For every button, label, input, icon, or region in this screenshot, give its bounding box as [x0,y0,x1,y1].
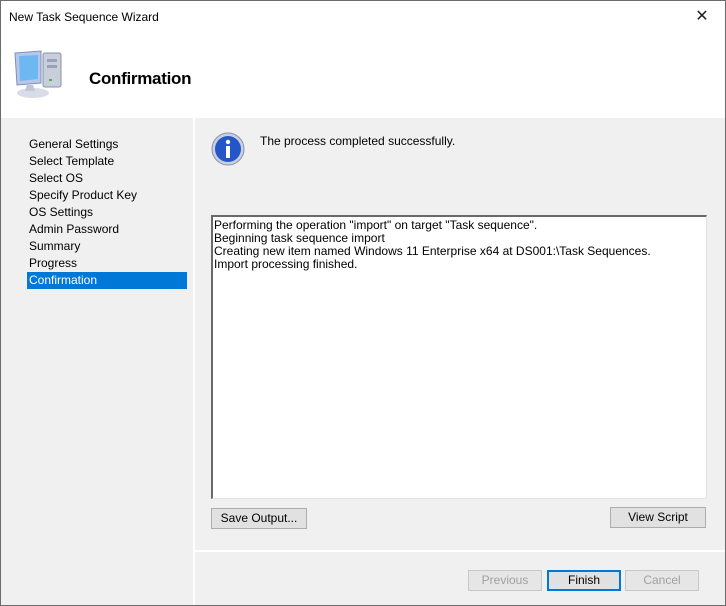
wizard-window: New Task Sequence Wizard ✕ Confirmation … [0,0,726,606]
cancel-button[interactable]: Cancel [625,570,699,591]
finish-button[interactable]: Finish [547,570,621,591]
step-progress[interactable]: Progress [27,255,187,272]
close-button[interactable]: ✕ [679,1,725,33]
step-summary[interactable]: Summary [27,238,187,255]
content-panel: The process completed successfully. Perf… [195,118,725,550]
wizard-footer: Previous Finish Cancel [195,552,725,605]
status-message: The process completed successfully. [260,134,456,148]
window-title: New Task Sequence Wizard [9,10,159,24]
wizard-steps-sidebar: General Settings Select Template Select … [1,118,193,605]
step-os-settings[interactable]: OS Settings [27,204,187,221]
step-specify-product-key[interactable]: Specify Product Key [27,187,187,204]
info-icon [211,132,245,166]
save-output-button[interactable]: Save Output... [211,508,307,529]
title-bar: New Task Sequence Wizard ✕ [1,1,725,33]
step-select-template[interactable]: Select Template [27,153,187,170]
step-admin-password[interactable]: Admin Password [27,221,187,238]
step-confirmation[interactable]: Confirmation [27,272,187,289]
step-select-os[interactable]: Select OS [27,170,187,187]
wizard-header: Confirmation [1,33,725,117]
previous-button[interactable]: Previous [468,570,542,591]
output-log[interactable]: Performing the operation "import" on tar… [211,215,707,499]
page-title: Confirmation [89,69,192,88]
step-general-settings[interactable]: General Settings [27,136,187,153]
output-line: Import processing finished. [214,257,358,271]
computer-icon [14,50,62,98]
view-script-button[interactable]: View Script [610,507,706,528]
